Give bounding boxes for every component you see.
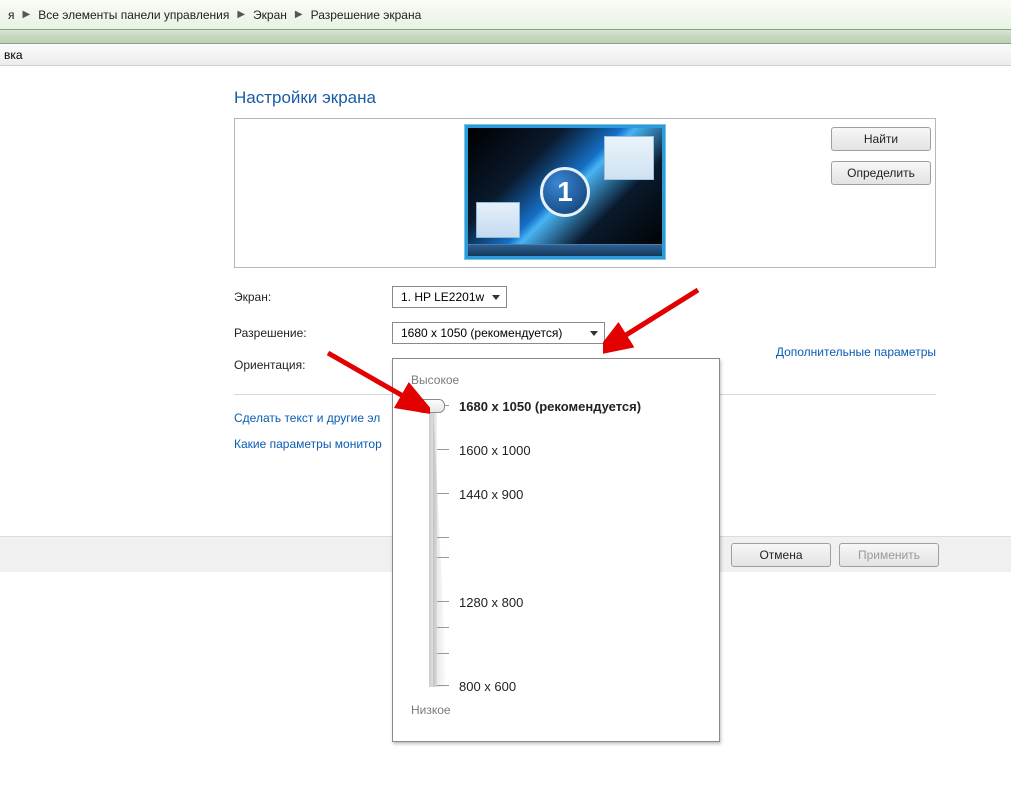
address-bar: я ▶ Все элементы панели управления ▶ Экр… — [0, 0, 1011, 30]
chevron-right-icon: ▶ — [19, 9, 35, 20]
resolution-label: Разрешение: — [234, 326, 392, 340]
chevron-down-icon — [492, 295, 500, 300]
resolution-dropdown-value: 1680 x 1050 (рекомендуется) — [401, 326, 562, 340]
screen-dropdown[interactable]: 1. HP LE2201w — [392, 286, 507, 308]
breadcrumb-fragment: я — [4, 8, 19, 22]
screen-dropdown-value: 1. HP LE2201w — [401, 290, 484, 304]
slider-low-label: Низкое — [411, 703, 701, 717]
find-button[interactable]: Найти — [831, 127, 931, 151]
resolution-popup[interactable]: Высокое 1680 x 1050 (рекомендуется) 1600… — [392, 358, 720, 742]
breadcrumb[interactable]: я ▶ Все элементы панели управления ▶ Экр… — [4, 8, 425, 22]
display-number-badge: 1 — [540, 167, 590, 217]
chevron-right-icon: ▶ — [233, 9, 249, 20]
annotation-arrow-icon — [603, 285, 703, 355]
slider-high-label: Высокое — [411, 373, 701, 387]
resolution-option[interactable]: 1600 x 1000 — [459, 443, 531, 458]
menu-item-fragment[interactable]: вка — [4, 48, 23, 62]
cancel-button[interactable]: Отмена — [731, 543, 831, 567]
breadcrumb-item[interactable]: Все элементы панели управления — [34, 8, 233, 22]
breadcrumb-item[interactable]: Разрешение экрана — [307, 8, 426, 22]
resolution-dropdown[interactable]: 1680 x 1050 (рекомендуется) — [392, 322, 605, 344]
screen-label: Экран: — [234, 290, 392, 304]
advanced-settings-link[interactable]: Дополнительные параметры — [776, 345, 936, 359]
chevron-down-icon — [590, 331, 598, 336]
page-title: Настройки экрана — [234, 88, 1011, 108]
annotation-arrow-icon — [320, 345, 430, 415]
decorative-stripe — [0, 30, 1011, 44]
window-icon — [476, 202, 520, 238]
displays-preview: 1 Найти Определить — [234, 118, 936, 268]
resolution-slider[interactable] — [411, 397, 449, 693]
apply-button[interactable]: Применить — [839, 543, 939, 567]
display-thumbnail[interactable]: 1 — [465, 125, 665, 259]
resolution-option[interactable]: 1440 x 900 — [459, 487, 523, 502]
chevron-right-icon: ▶ — [291, 9, 307, 20]
detect-button[interactable]: Определить — [831, 161, 931, 185]
menu-bar: вка — [0, 44, 1011, 66]
breadcrumb-item[interactable]: Экран — [249, 8, 291, 22]
resolution-option[interactable]: 1280 x 800 — [459, 595, 523, 610]
resolution-option[interactable]: 800 x 600 — [459, 679, 516, 694]
window-icon — [604, 136, 654, 180]
resolution-option[interactable]: 1680 x 1050 (рекомендуется) — [459, 399, 641, 414]
taskbar-icon — [468, 244, 662, 256]
